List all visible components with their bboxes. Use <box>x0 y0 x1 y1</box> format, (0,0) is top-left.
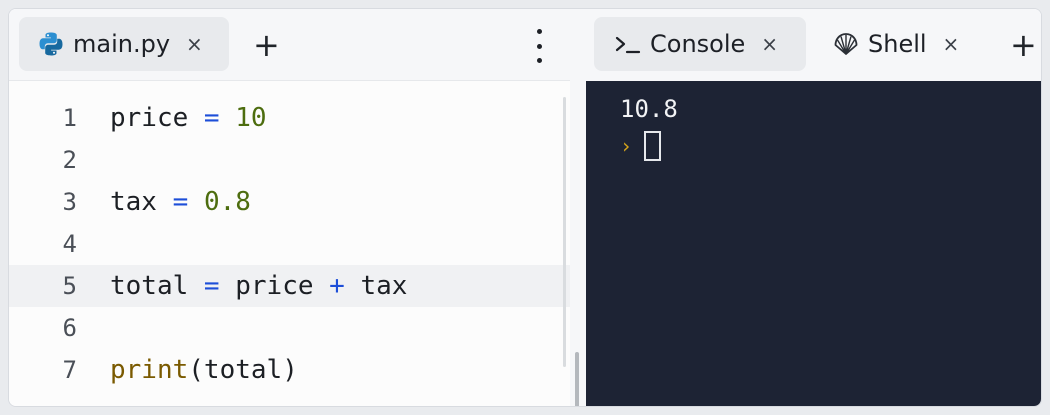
code-token: total <box>110 271 189 301</box>
code-line[interactable]: 6 <box>9 307 570 349</box>
terminal-icon <box>614 30 644 58</box>
text-cursor <box>644 131 662 161</box>
vertical-scrollbar-track[interactable] <box>563 97 566 367</box>
code-token: = <box>156 187 204 217</box>
code-line[interactable]: 2 <box>9 139 570 181</box>
code-token: = <box>188 271 236 301</box>
code-token: + <box>313 271 361 301</box>
code-token: (total) <box>188 355 298 385</box>
add-tab-icon[interactable]: + <box>253 29 280 61</box>
line-number: 6 <box>62 314 77 342</box>
code-token: tax <box>110 187 157 217</box>
editor-pane: main.py × + 1 price = 10 2 3 tax = 0.8 4 5 tota… <box>9 9 579 406</box>
code-token: tax <box>360 271 408 301</box>
editor-tab-bar: main.py × + <box>9 9 570 81</box>
vertical-scrollbar-thumb[interactable] <box>575 352 579 406</box>
console-prompt[interactable]: › <box>620 129 662 163</box>
workspace-frame: main.py × + 1 price = 10 2 3 tax = 0.8 4 5 tota… <box>8 8 1042 407</box>
code-token: = <box>188 103 236 133</box>
line-source: print(total) <box>110 355 298 385</box>
tab-main-py[interactable]: main.py × <box>19 17 229 71</box>
code-line[interactable]: 3 tax = 0.8 <box>9 181 570 223</box>
line-number: 5 <box>62 272 77 300</box>
add-tab-icon[interactable]: + <box>1010 29 1037 61</box>
line-number: 7 <box>62 356 77 384</box>
code-token: price <box>235 271 314 301</box>
line-number: 3 <box>62 188 77 216</box>
console-tab-bar: Console × Shell × + <box>586 9 1041 81</box>
close-icon[interactable]: × <box>943 32 960 56</box>
code-token: print <box>110 355 189 385</box>
code-line[interactable]: 1 price = 10 <box>9 97 570 139</box>
code-line[interactable]: 7 print(total) <box>9 349 570 391</box>
line-source: total = price + tax <box>110 271 407 301</box>
close-icon[interactable]: × <box>186 32 203 56</box>
code-token: 10 <box>235 103 267 133</box>
tab-console[interactable]: Console × <box>594 17 806 71</box>
prompt-icon: › <box>620 134 633 158</box>
kebab-menu-icon[interactable] <box>532 29 546 63</box>
tab-label: main.py <box>73 30 171 58</box>
code-line[interactable]: 4 <box>9 223 570 265</box>
code-token: 0.8 <box>203 187 251 217</box>
console-output[interactable]: 10.8 › <box>586 81 1041 406</box>
close-icon[interactable]: × <box>761 32 778 56</box>
code-editor[interactable]: 1 price = 10 2 3 tax = 0.8 4 5 total = price + … <box>9 81 570 406</box>
python-icon <box>37 30 65 58</box>
shell-icon <box>832 30 860 58</box>
line-number: 4 <box>62 230 77 258</box>
line-number: 2 <box>62 146 77 174</box>
console-pane: Console × Shell × + 10.8 › <box>586 9 1041 406</box>
tab-label: Console <box>650 30 746 58</box>
code-line[interactable]: 5 total = price + tax <box>9 265 570 307</box>
line-number: 1 <box>62 104 77 132</box>
tab-label: Shell <box>868 30 927 58</box>
code-token: price <box>110 103 189 133</box>
line-source: price = 10 <box>110 103 267 133</box>
line-source: tax = 0.8 <box>110 187 251 217</box>
tab-shell[interactable]: Shell × <box>826 17 996 71</box>
console-output-line: 10.8 <box>620 95 678 123</box>
